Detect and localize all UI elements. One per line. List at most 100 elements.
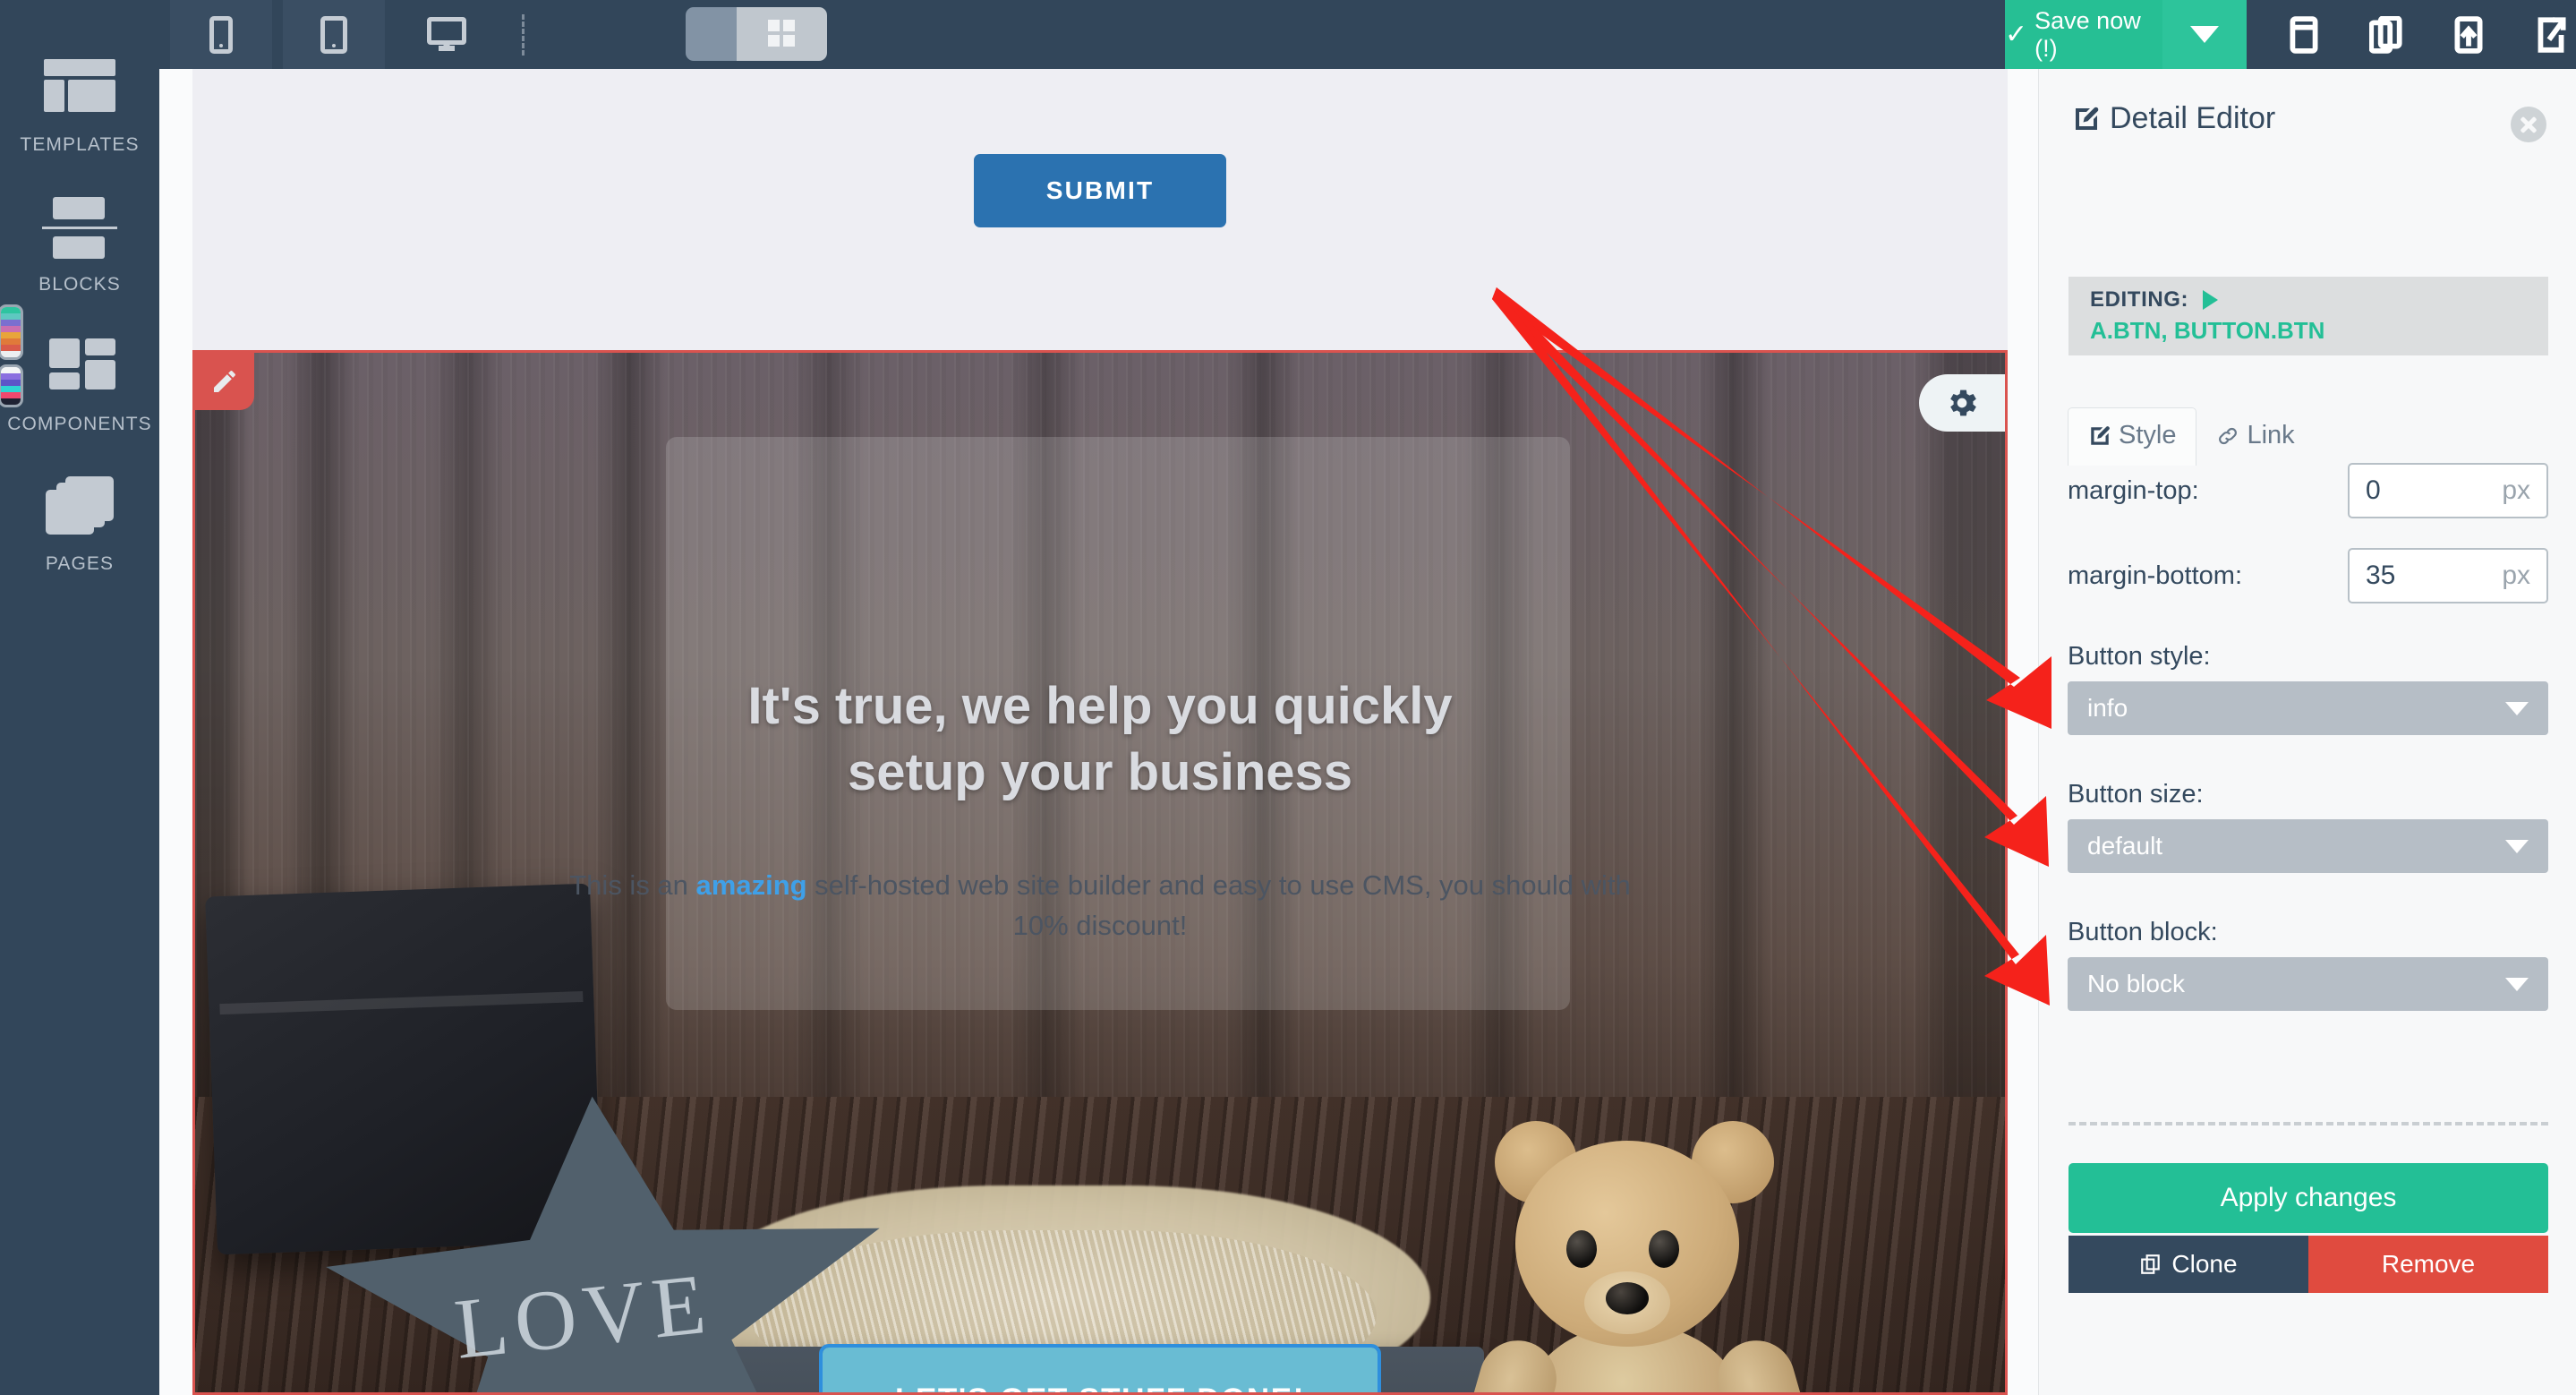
hero-paragraph: This is an amazing self-hosted web site … bbox=[560, 865, 1640, 946]
link-chain-icon bbox=[2219, 427, 2238, 444]
save-options-dropdown[interactable] bbox=[2162, 0, 2247, 69]
tab-link-label: Link bbox=[2247, 421, 2295, 449]
duplicate-page-button[interactable] bbox=[2345, 0, 2427, 69]
field-margin-bottom: margin-bottom: 35 px bbox=[2068, 548, 2548, 603]
desktop-monitor-icon bbox=[427, 16, 466, 53]
hero-cta-wrapper: LET'S GET STUFF DONE! bbox=[195, 1344, 2005, 1392]
form-block: SUBMIT bbox=[192, 69, 2008, 350]
save-now-label: Save now (!) bbox=[2034, 6, 2141, 62]
margin-bottom-unit: px bbox=[2502, 561, 2530, 590]
button-block-select[interactable]: No block bbox=[2068, 957, 2548, 1011]
button-style-value: info bbox=[2087, 694, 2128, 722]
page-icon bbox=[2290, 15, 2318, 54]
tab-style-label: Style bbox=[2119, 421, 2177, 449]
editing-label-row: EDITING: bbox=[2090, 287, 2527, 312]
hero-paragraph-after: self-hosted web site builder and easy to… bbox=[806, 869, 1631, 942]
pencil-icon bbox=[214, 371, 235, 392]
margin-bottom-value: 35 bbox=[2366, 561, 2396, 590]
field-margin-bottom-label: margin-bottom: bbox=[2068, 561, 2243, 590]
tab-style[interactable]: Style bbox=[2068, 407, 2197, 466]
new-page-button[interactable] bbox=[2263, 0, 2345, 69]
lets-get-stuff-done-button[interactable]: LET'S GET STUFF DONE! bbox=[819, 1344, 1381, 1392]
hero-block[interactable]: LOVE It's true, we help you quickly setu… bbox=[192, 350, 2008, 1395]
editing-label: EDITING: bbox=[2090, 287, 2189, 312]
hero-heading-line-1: It's true, we help you quickly bbox=[747, 677, 1453, 735]
tab-link[interactable]: Link bbox=[2196, 408, 2314, 466]
button-size-value: default bbox=[2087, 832, 2163, 860]
templates-icon bbox=[40, 56, 119, 122]
mobile-phone-icon bbox=[209, 15, 233, 54]
panel-title-text: Detail Editor bbox=[2110, 101, 2276, 135]
gear-icon bbox=[1950, 389, 1976, 416]
button-block-label: Button block: bbox=[2068, 918, 2218, 946]
components-icon bbox=[40, 335, 119, 401]
chevron-down-icon bbox=[2505, 977, 2529, 991]
panel-separator bbox=[2068, 1122, 2548, 1125]
margin-top-input[interactable]: 0 px bbox=[2348, 463, 2548, 518]
viewport-desktop-button[interactable] bbox=[396, 0, 498, 69]
editing-target-box: EDITING: A.BTN, BUTTON.BTN bbox=[2068, 277, 2548, 355]
sidebar-item-components[interactable]: COMPONENTS bbox=[0, 304, 159, 444]
check-icon: ✓ bbox=[2005, 20, 2028, 49]
button-style-select[interactable]: info bbox=[2068, 681, 2548, 735]
blocks-icon bbox=[40, 195, 119, 261]
swatch-pill-two bbox=[0, 364, 23, 407]
edit-square-icon bbox=[2091, 425, 2110, 445]
clone-label: Clone bbox=[2171, 1250, 2238, 1278]
hero-edit-badge[interactable] bbox=[195, 353, 254, 410]
color-swatches bbox=[0, 304, 23, 412]
preview-page-button[interactable] bbox=[2510, 0, 2576, 69]
sidebar-item-templates[interactable]: TEMPLATES bbox=[0, 0, 159, 165]
submit-button[interactable]: SUBMIT bbox=[974, 154, 1226, 227]
external-link-icon bbox=[2538, 16, 2566, 53]
margin-top-unit: px bbox=[2502, 475, 2530, 505]
button-size-select[interactable]: default bbox=[2068, 819, 2548, 873]
remove-button[interactable]: Remove bbox=[2308, 1236, 2548, 1293]
hero-heading-line-2: setup your business bbox=[847, 743, 1353, 802]
sidebar-label-components: COMPONENTS bbox=[7, 414, 152, 434]
apply-changes-button[interactable]: Apply changes bbox=[2068, 1163, 2548, 1233]
sidebar-label-templates: TEMPLATES bbox=[20, 134, 140, 155]
panel-tabs: Style Link bbox=[2068, 407, 2315, 466]
copy-icon bbox=[2141, 1254, 2161, 1274]
chevron-down-icon bbox=[2505, 701, 2529, 715]
detail-editor-panel: Detail Editor EDITING: A.BTN, BUTTON.BTN… bbox=[2038, 69, 2576, 1395]
save-now-button[interactable]: ✓ Save now (!) bbox=[2005, 0, 2162, 69]
tablet-icon bbox=[320, 15, 347, 54]
hero-paragraph-highlight: amazing bbox=[695, 869, 807, 901]
play-triangle-icon bbox=[2203, 290, 2219, 310]
margin-bottom-input[interactable]: 35 px bbox=[2348, 548, 2548, 603]
copy-pages-icon bbox=[2369, 15, 2402, 54]
suitcase-object bbox=[205, 883, 602, 1255]
grid-toggle-switch[interactable] bbox=[686, 7, 827, 61]
button-block-value: No block bbox=[2087, 970, 2185, 997]
toolbar-divider bbox=[522, 14, 525, 56]
top-toolbar: ✓ Save now (!) bbox=[159, 0, 2576, 69]
left-sidebar: TEMPLATES BLOCKS COMPONENTS PAGES bbox=[0, 0, 159, 1395]
field-button-block: Button block: No block bbox=[2068, 918, 2548, 1011]
clone-button[interactable]: Clone bbox=[2068, 1236, 2308, 1293]
hero-paragraph-before: This is an bbox=[569, 869, 696, 901]
publish-page-button[interactable] bbox=[2427, 0, 2510, 69]
hero-heading: It's true, we help you quickly setup you… bbox=[195, 673, 2005, 806]
chevron-down-icon bbox=[2505, 839, 2529, 853]
viewport-mobile-button[interactable] bbox=[170, 0, 272, 69]
sidebar-label-pages: PAGES bbox=[45, 553, 115, 574]
panel-close-button[interactable] bbox=[2511, 107, 2546, 142]
app-root: TEMPLATES BLOCKS COMPONENTS PAGES ✓ Save… bbox=[0, 0, 2576, 1395]
button-size-label: Button size: bbox=[2068, 780, 2204, 809]
field-margin-top: margin-top: 0 px bbox=[2068, 463, 2548, 518]
chevron-down-icon bbox=[2190, 26, 2219, 43]
field-button-style: Button style: info bbox=[2068, 642, 2548, 735]
page-canvas: SUBMIT LOVE It's true, we help you quick… bbox=[192, 69, 2008, 1395]
editing-selector-value: A.BTN, BUTTON.BTN bbox=[2090, 317, 2325, 344]
upload-page-icon bbox=[2454, 15, 2483, 54]
panel-title: Detail Editor bbox=[2072, 101, 2275, 136]
field-margin-top-label: margin-top: bbox=[2068, 475, 2199, 505]
edit-square-icon bbox=[2076, 107, 2099, 130]
viewport-tablet-button[interactable] bbox=[283, 0, 385, 69]
hero-settings-badge[interactable] bbox=[1919, 374, 2005, 432]
grid-toggle-on-half bbox=[737, 7, 827, 61]
sidebar-item-blocks[interactable]: BLOCKS bbox=[0, 165, 159, 304]
sidebar-item-pages[interactable]: PAGES bbox=[0, 444, 159, 584]
